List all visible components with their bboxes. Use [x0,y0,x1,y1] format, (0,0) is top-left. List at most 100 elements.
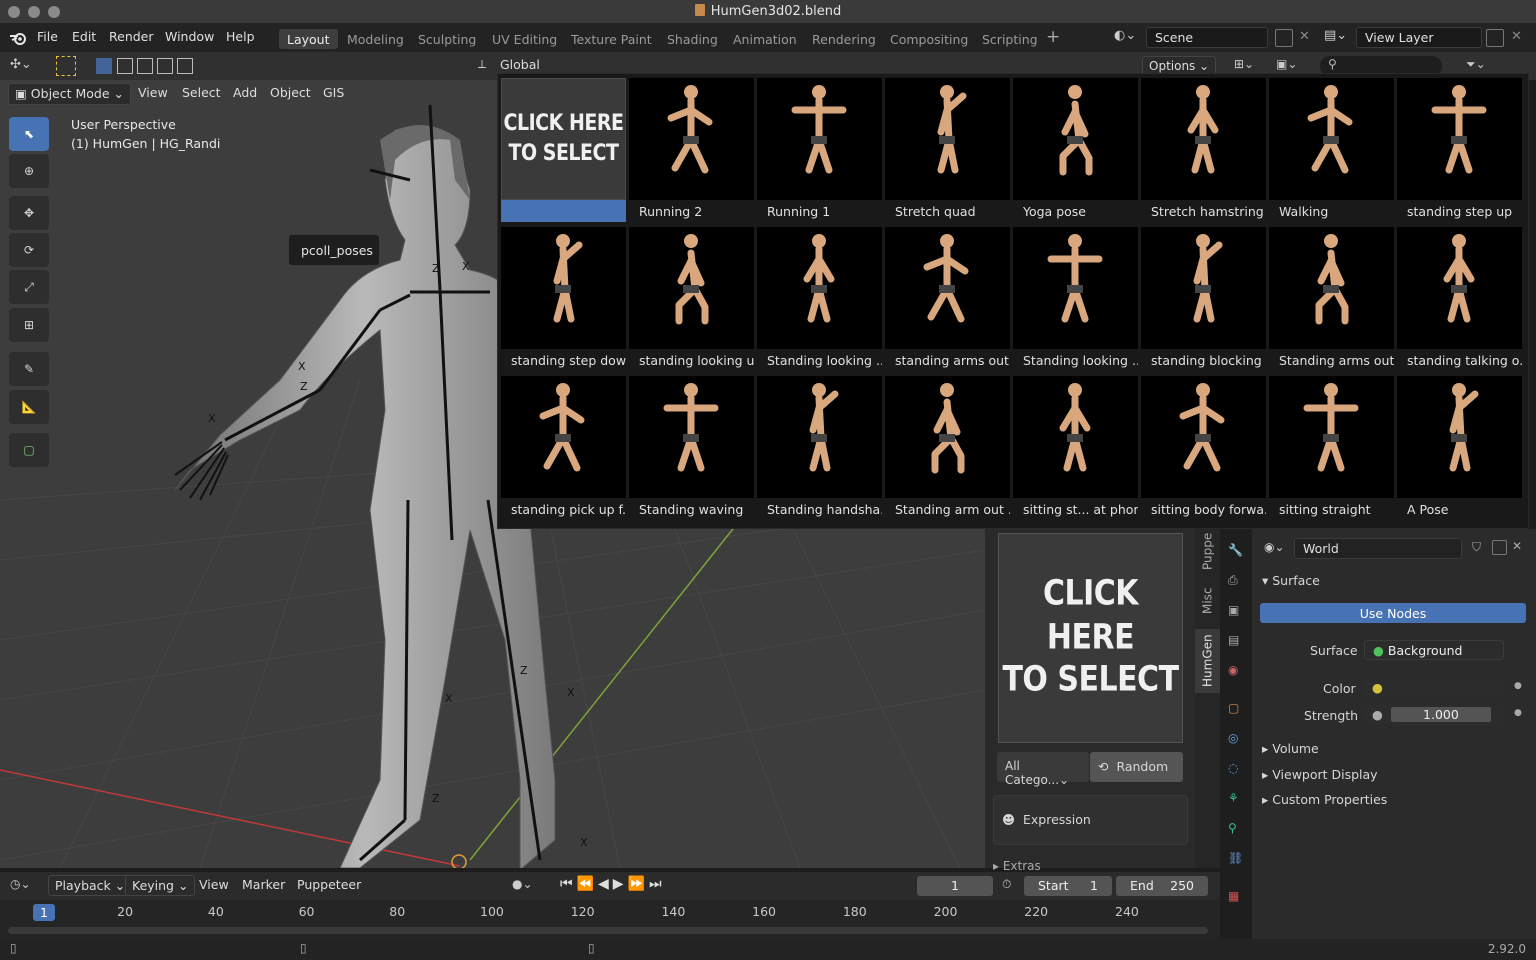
scene-name-field[interactable]: Scene [1146,27,1268,48]
stopwatch-icon[interactable]: ⏱ [1002,877,1011,892]
pose-item[interactable]: Standing looking ... [757,227,882,373]
overlays-icon[interactable]: ▣⌄ [1276,57,1297,71]
pose-item[interactable]: standing arms out... [885,227,1010,373]
select-tool[interactable]: ⬉ [9,117,49,151]
world-browse-icon[interactable]: ◉⌄ [1264,540,1285,554]
pose-item[interactable]: standing looking up [629,227,754,373]
surface-panel-header[interactable]: ▾ Surface [1262,573,1320,588]
timeline-menu-view[interactable]: View [199,877,229,892]
mode-set-icon[interactable] [96,58,112,74]
object-props-icon[interactable]: ▢ [1228,701,1246,719]
unlink-world-icon[interactable]: ✕ [1512,539,1522,553]
orientation-dropdown[interactable]: Global [500,57,540,72]
cursor-tool[interactable]: ⊕ [9,154,49,188]
viewport-menu-add[interactable]: Add [233,85,257,100]
pose-item[interactable]: Running 1 [757,78,882,224]
pose-item[interactable]: Standing arm out ... [885,376,1010,522]
tab-animation[interactable]: Animation [725,29,805,49]
mode-subtract-icon[interactable] [137,58,153,74]
editor-type-icon[interactable]: ✣⌄ [10,57,32,72]
gallery-placeholder-item[interactable]: CLICK HERE TO SELECT [501,78,626,224]
menu-help[interactable]: Help [226,29,255,44]
add-workspace-icon[interactable]: + [1046,27,1060,47]
random-button[interactable]: ⟲ Random [1090,752,1183,782]
output-props-icon[interactable]: ▣ [1228,603,1246,621]
move-tool[interactable]: ✥ [9,196,49,230]
tab-texture-paint[interactable]: Texture Paint [563,29,660,49]
color-field[interactable]: ● [1364,678,1504,698]
tab-rendering[interactable]: Rendering [804,29,884,49]
scale-tool[interactable]: ⤢ [9,270,49,304]
playback-controls[interactable]: ⏮⏪◀▶⏩⏭ [560,876,666,892]
mode-difference-icon[interactable] [157,58,173,74]
timeline[interactable]: 1 20 40 60 80 100 120 140 160 180 200 220 240 [0,900,1220,940]
pose-item[interactable]: Standing looking ... [1013,227,1138,373]
new-view-layer-icon[interactable] [1486,29,1504,47]
physics-props-icon[interactable]: ⚘ [1228,791,1246,809]
tab-uv-editing[interactable]: UV Editing [484,29,565,49]
expression-section[interactable]: ☻ Expression [993,795,1188,845]
surface-shader-field[interactable]: ● Background [1364,640,1504,660]
use-nodes-button[interactable]: Use Nodes [1260,603,1526,623]
pose-item[interactable]: standing blocking ... [1141,227,1266,373]
viewport-menu-view[interactable]: View [138,85,168,100]
timeline-menu-marker[interactable]: Marker [242,877,285,892]
color-keyframe-icon[interactable]: ● [1514,681,1522,691]
constraint-props-icon[interactable]: ⛓ [1228,851,1246,869]
pose-item[interactable]: Standing handsha... [757,376,882,522]
pose-item[interactable]: Walking [1269,78,1394,224]
extras-section[interactable]: ▸ Extras [993,859,1041,873]
filter-icon[interactable]: ⏷⌄ [1466,57,1486,72]
scene-selector-icon[interactable]: ◐⌄ [1114,28,1144,48]
select-box-tool-icon[interactable] [56,56,76,76]
category-dropdown[interactable]: All Catego...⌄ [997,752,1089,787]
timeline-editor-type-icon[interactable]: ◷⌄ [10,877,31,891]
tab-modeling[interactable]: Modeling [339,29,412,49]
strength-keyframe-icon[interactable]: ● [1514,708,1522,718]
pose-item[interactable]: sitting straight [1269,376,1394,522]
world-props-icon[interactable]: ◉ [1228,663,1246,681]
pose-gallery-popup[interactable]: CLICK HERE TO SELECT Running 2 Running 1 Str… [497,73,1529,529]
delete-scene-icon[interactable]: ✕ [1299,29,1310,44]
pose-item[interactable]: standing step down [501,227,626,373]
keying-menu[interactable]: Keying ⌄ [125,875,196,896]
new-scene-icon[interactable] [1275,29,1293,47]
pose-item[interactable]: sitting st... at phone [1013,376,1138,522]
delete-view-layer-icon[interactable]: ✕ [1511,29,1522,44]
strength-field[interactable]: ● 1.000 [1364,705,1504,725]
pose-item[interactable]: Yoga pose [1013,78,1138,224]
tab-scripting[interactable]: Scripting [974,29,1046,49]
view-layer-field[interactable]: View Layer [1356,27,1482,48]
custom-properties-panel-header[interactable]: ▸ Custom Properties [1262,792,1387,807]
pose-item[interactable]: Standing arms out [1269,227,1394,373]
mode-extend-icon[interactable] [117,58,133,74]
render-props-icon[interactable]: ⎙ [1228,573,1246,591]
pose-preview-button[interactable]: CLICK HERE TO SELECT [998,533,1183,743]
viewport-menu-select[interactable]: Select [182,85,221,100]
rotate-tool[interactable]: ⟳ [9,233,49,267]
pose-item[interactable]: A Pose [1397,376,1522,522]
timeline-scrollbar[interactable] [8,927,1208,934]
start-frame-field[interactable]: Start 1 [1024,876,1112,896]
current-frame-field[interactable]: 1 [917,876,993,896]
world-name-field[interactable]: World [1294,538,1462,559]
pose-item[interactable]: standing step up [1397,78,1522,224]
menu-edit[interactable]: Edit [72,29,96,44]
add-cube-tool[interactable]: ▢ [9,433,49,467]
volume-panel-header[interactable]: ▸ Volume [1262,741,1319,756]
viewport-menu-object[interactable]: Object [270,85,311,100]
timeline-ruler[interactable]: 1 20 40 60 80 100 120 140 160 180 200 220 240 [0,900,1220,924]
view-layer-selector-icon[interactable]: ▤⌄ [1324,28,1354,48]
fake-user-icon[interactable]: ⛉ [1472,540,1481,555]
pose-item[interactable]: Stretch hamstring [1141,78,1266,224]
particles-props-icon[interactable]: ◌ [1228,761,1246,779]
tab-sculpting[interactable]: Sculpting [410,29,484,49]
view-object-types-icon[interactable]: ⊞⌄ [1234,57,1254,71]
viewport-display-panel-header[interactable]: ▸ Viewport Display [1262,767,1378,782]
pose-item[interactable]: Stretch quad [885,78,1010,224]
mode-intersect-icon[interactable] [177,58,193,74]
tab-puppeteer[interactable]: Puppe [1195,531,1220,571]
bone-props-icon[interactable]: ⚲ [1228,821,1246,839]
tab-humgen[interactable]: HumGen [1195,629,1220,693]
blender-logo-icon[interactable] [9,30,27,46]
